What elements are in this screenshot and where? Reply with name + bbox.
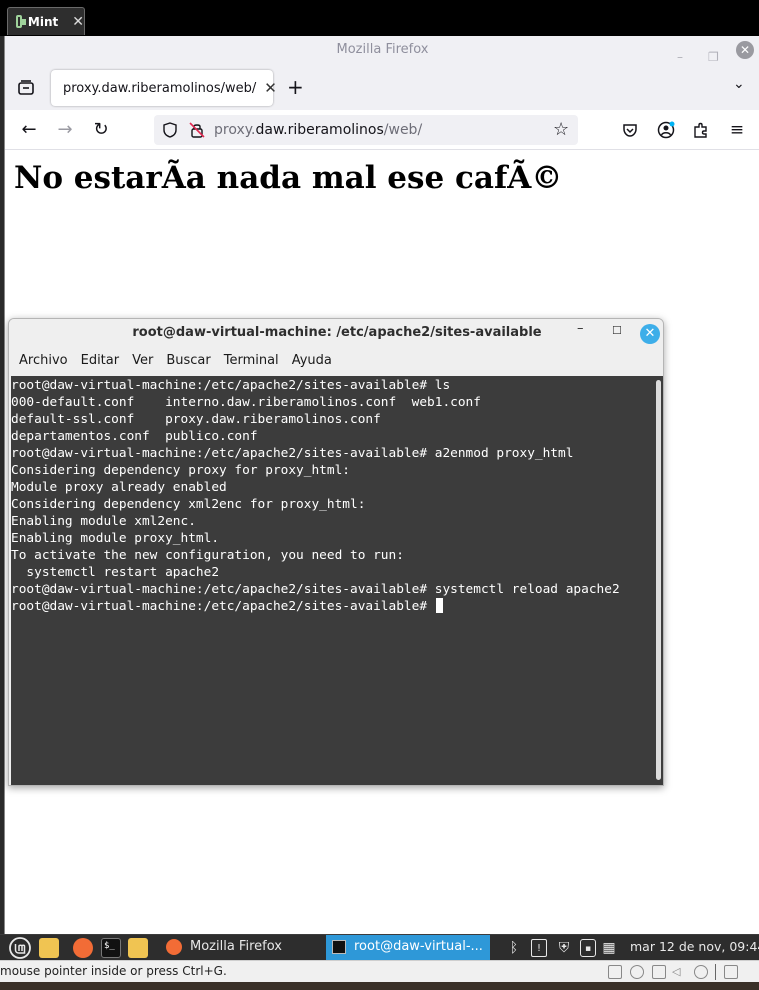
extensions-icon[interactable]: [692, 121, 710, 139]
firefox-titlebar: Mozilla Firefox – ❐ ✕: [5, 36, 759, 66]
terminal-task-icon: [332, 940, 346, 954]
menu-buscar[interactable]: Buscar: [166, 351, 217, 373]
firefox-task-icon: [166, 939, 182, 955]
clock[interactable]: mar 12 de nov, 09:44: [630, 935, 759, 959]
terminal-output: root@daw-virtual-machine:/etc/apache2/si…: [11, 377, 620, 615]
status-divider: [715, 964, 716, 980]
url-path: /web/: [383, 122, 423, 138]
drive-icon[interactable]: ▪: [580, 939, 596, 957]
page-heading: No estarÃa nada mal ese cafÃ©: [14, 160, 563, 196]
shield-update-icon[interactable]: ⛨: [556, 939, 572, 957]
menu-ayuda[interactable]: Ayuda: [292, 351, 339, 373]
terminal-line: 000-default.conf interno.daw.riberamolin…: [11, 395, 481, 410]
tab-list-icon[interactable]: [17, 79, 35, 97]
audio-status-icon: ◁: [672, 965, 681, 978]
vm-tab-label: Mint: [27, 14, 59, 29]
tab-proxy-web[interactable]: proxy.daw.riberamolinos/web/ ✕: [51, 70, 277, 106]
url-domain: daw.riberamolinos: [255, 122, 384, 138]
bookmark-star-icon[interactable]: ☆: [553, 119, 569, 140]
terminal-line: Considering dependency proxy for proxy_h…: [11, 463, 350, 478]
close-window-icon[interactable]: ✕: [736, 41, 754, 59]
tab-close-icon[interactable]: ✕: [264, 79, 277, 97]
menu-icon[interactable]: ≡: [725, 118, 749, 142]
terminal-line: Enabling module proxy_html.: [11, 531, 220, 546]
new-tab-icon[interactable]: +: [287, 75, 304, 99]
terminal-titlebar: root@daw-virtual-machine: /etc/apache2/s…: [9, 319, 663, 349]
menu-archivo[interactable]: Archivo: [19, 351, 75, 373]
display-status-icon: [724, 965, 738, 979]
vm-tab-mint[interactable]: Mint ✕: [7, 7, 85, 35]
terminal-line: root@daw-virtual-machine:/etc/apache2/si…: [11, 378, 451, 393]
terminal-maximize-icon[interactable]: ☐: [612, 324, 622, 337]
network-status-icon: [652, 965, 666, 979]
task-terminal[interactable]: root@daw-virtual-...: [326, 935, 490, 961]
back-icon[interactable]: ←: [17, 118, 41, 142]
url-bar[interactable]: proxy.daw.riberamolinos/web/ ☆: [154, 115, 578, 145]
tab-title: proxy.daw.riberamolinos/web/: [63, 80, 257, 96]
clipboard-icon[interactable]: !: [531, 939, 547, 957]
task-firefox-label: Mozilla Firefox: [190, 939, 282, 954]
task-firefox[interactable]: Mozilla Firefox: [160, 935, 320, 961]
terminal-scroll-thumb[interactable]: [656, 380, 661, 780]
firefox-tabbar: proxy.daw.riberamolinos/web/ ✕ + ⌄: [5, 66, 759, 110]
mint-menu-icon[interactable]: [9, 937, 31, 959]
vm-status-text: mouse pointer inside or press Ctrl+G.: [0, 964, 227, 978]
terminal-line: departamentos.conf publico.conf: [11, 429, 258, 444]
hdd-status-icon: [608, 965, 622, 979]
usb-status-icon: [694, 965, 708, 979]
terminal-cursor: [435, 598, 443, 613]
optical-status-icon: [630, 965, 644, 979]
firefox-window-title: Mozilla Firefox: [336, 42, 429, 57]
home-folder-icon[interactable]: [128, 938, 148, 958]
taskbar: $_ Mozilla Firefox root@daw-virtual-... …: [0, 934, 759, 961]
terminal-menubar: Archivo Editar Ver Buscar Terminal Ayuda: [9, 351, 663, 373]
terminal-line: Enabling module xml2enc.: [11, 514, 196, 529]
bluetooth-icon[interactable]: ᛒ: [506, 939, 522, 957]
reload-icon[interactable]: ↻: [89, 118, 113, 142]
terminal-prompt-line: root@daw-virtual-machine:/etc/apache2/si…: [11, 598, 620, 615]
firefox-launcher-icon[interactable]: [73, 938, 93, 958]
volume-icon[interactable]: [603, 939, 619, 957]
terminal-window: root@daw-virtual-machine: /etc/apache2/s…: [8, 318, 664, 786]
terminal-line: root@daw-virtual-machine:/etc/apache2/si…: [11, 582, 620, 597]
terminal-title: root@daw-virtual-machine: /etc/apache2/s…: [132, 325, 542, 340]
menu-ver[interactable]: Ver: [132, 351, 160, 373]
vm-tab-close-icon[interactable]: ✕: [72, 14, 84, 30]
terminal-minimize-icon[interactable]: –: [577, 321, 584, 336]
vm-statusbar: mouse pointer inside or press Ctrl+G. ◁: [0, 960, 759, 982]
terminal-line: default-ssl.conf proxy.daw.riberamolinos…: [11, 412, 381, 427]
terminal-line: Considering dependency xml2enc for proxy…: [11, 497, 366, 512]
vm-icon: [16, 15, 26, 28]
forward-icon[interactable]: →: [53, 118, 77, 142]
terminal-screen[interactable]: root@daw-virtual-machine:/etc/apache2/si…: [11, 376, 654, 785]
account-icon[interactable]: [657, 121, 675, 139]
pocket-icon[interactable]: [622, 122, 638, 138]
terminal-close-icon[interactable]: ✕: [640, 324, 660, 344]
task-terminal-label: root@daw-virtual-...: [354, 939, 483, 954]
menu-editar[interactable]: Editar: [81, 351, 127, 373]
menu-terminal[interactable]: Terminal: [224, 351, 286, 373]
terminal-prompt: root@daw-virtual-machine:/etc/apache2/si…: [11, 599, 435, 614]
insecure-lock-icon[interactable]: [188, 121, 206, 139]
url-prefix: proxy.: [214, 122, 256, 138]
terminal-launcher-icon[interactable]: $_: [101, 938, 121, 958]
terminal-line: systemctl restart apache2: [11, 565, 220, 580]
terminal-line: Module proxy already enabled: [11, 480, 227, 495]
vm-tab-strip: Mint ✕: [0, 0, 759, 36]
shield-icon[interactable]: [162, 122, 178, 138]
firefox-navbar: ← → ↻ proxy.daw.riberamolinos/web/ ☆ ≡: [5, 110, 759, 150]
files-folder-icon[interactable]: [39, 938, 59, 958]
host-bottom-strip: [0, 982, 759, 990]
terminal-line: root@daw-virtual-machine:/etc/apache2/si…: [11, 446, 574, 461]
terminal-line: To activate the new configuration, you n…: [11, 548, 404, 563]
url-text: proxy.daw.riberamolinos/web/: [214, 122, 422, 138]
terminal-scrollbar[interactable]: [654, 376, 663, 785]
chevron-down-icon[interactable]: ⌄: [733, 76, 745, 92]
